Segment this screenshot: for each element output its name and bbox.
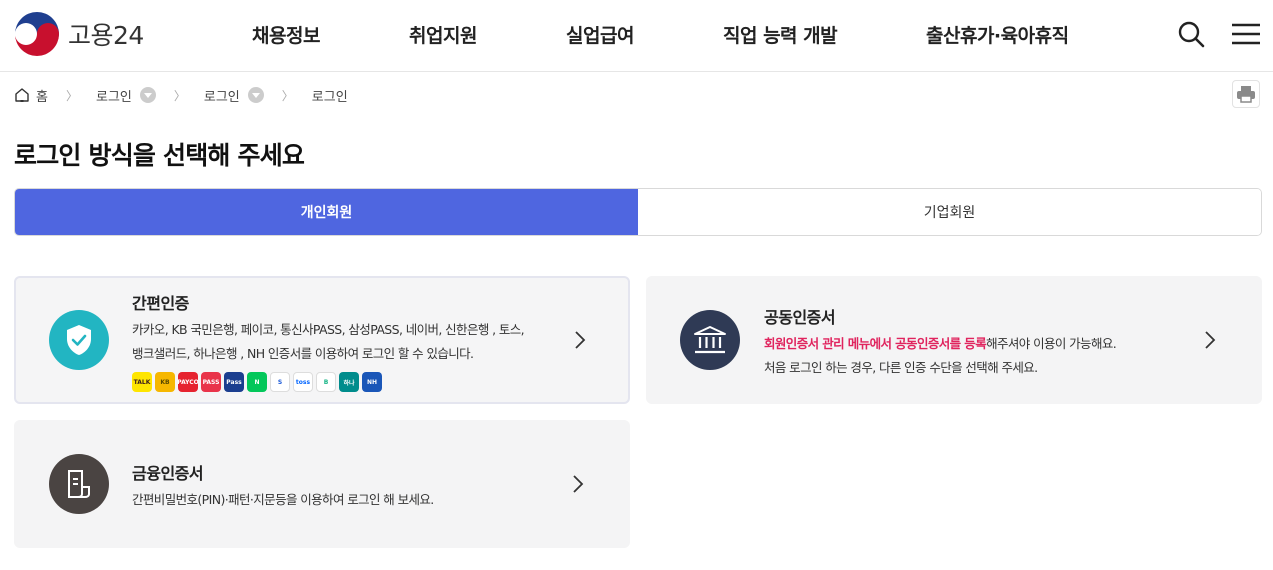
breadcrumb: 홈 〉 로그인 〉 로그인 〉 로그인 (14, 85, 348, 105)
breadcrumb-separator-icon: 〉 (65, 88, 78, 103)
breadcrumb-item-2[interactable]: 로그인 (204, 86, 264, 105)
auth-provider-badge-icon: toss (293, 372, 313, 392)
auth-provider-list: TALK KB PAYCO PASS Pass N Stoss B 하나 NH (132, 372, 382, 392)
breadcrumb-item-1[interactable]: 로그인 (96, 86, 156, 105)
document-card-icon (49, 454, 109, 514)
simple-auth-desc-line2: 뱅크샐러드, 하나은행 , NH 인증서를 이용하여 로그인 할 수 있습니다. (132, 346, 474, 361)
chevron-down-icon[interactable] (247, 87, 264, 103)
financial-certificate-card[interactable]: 금융인증서 간편비밀번호(PIN)·패턴·지문등을 이용하여 로그인 해 보세요… (14, 420, 630, 548)
auth-provider-badge-icon: S (270, 372, 290, 392)
simple-auth-desc-line1: 카카오, KB 국민은행, 페이코, 통신사PASS, 삼성PASS, 네이버,… (132, 322, 525, 337)
auth-provider-badge-icon: PAYCO (178, 372, 198, 392)
financial-certificate-desc: 간편비밀번호(PIN)·패턴·지문등을 이용하여 로그인 해 보세요. (132, 492, 434, 507)
auth-provider-badge-icon: 하나 (339, 372, 359, 392)
auth-provider-badge-icon: PASS (201, 372, 221, 392)
simple-auth-title: 간편인증 (132, 294, 189, 313)
joint-certificate-desc-rest: 해주셔야 이용이 가능해요. (986, 336, 1117, 351)
auth-provider-badge-icon: Pass (224, 372, 244, 392)
nav-item-jobs[interactable]: 채용정보 (252, 21, 320, 48)
tab-individual-member[interactable]: 개인회원 (15, 189, 638, 235)
nav-item-vocational-training[interactable]: 직업 능력 개발 (723, 21, 838, 48)
breadcrumb-home-label: 홈 (36, 89, 48, 105)
auth-provider-badge-icon: NH (362, 372, 382, 392)
joint-certificate-desc-line1: 회원인증서 관리 메뉴에서 공동인증서를 등록해주셔야 이용이 가능해요. (764, 332, 1117, 356)
breadcrumb-item-3: 로그인 (312, 86, 348, 105)
joint-certificate-title: 공동인증서 (764, 308, 836, 327)
print-button[interactable] (1232, 80, 1260, 108)
simple-auth-card[interactable]: 간편인증 카카오, KB 국민은행, 페이코, 통신사PASS, 삼성PASS,… (14, 276, 630, 404)
breadcrumb-item-label: 로그인 (95, 89, 132, 105)
page-title: 로그인 방식을 선택해 주세요 (14, 141, 305, 170)
breadcrumb-home[interactable]: 홈 (14, 86, 48, 105)
auth-provider-badge-icon: B (316, 372, 336, 392)
auth-provider-badge-icon: TALK (132, 372, 152, 392)
nav-item-parental-leave[interactable]: 출산휴가·육아휴직 (926, 21, 1069, 48)
logo[interactable]: 고용24 (14, 11, 144, 57)
member-type-tabs: 개인회원 기업회원 (14, 188, 1262, 236)
taeguk-logo-icon (15, 12, 59, 56)
printer-icon (1237, 86, 1255, 103)
home-icon (15, 88, 29, 102)
header: 고용24 채용정보 취업지원 실업급여 직업 능력 개발 출산휴가·육아휴직 (0, 0, 1273, 72)
chevron-right-icon (573, 475, 584, 493)
auth-provider-badge-icon: KB (155, 372, 175, 392)
tab-corporate-member[interactable]: 기업회원 (638, 189, 1261, 235)
joint-certificate-desc-line2: 처음 로그인 하는 경우, 다른 인증 수단을 선택해 주세요. (764, 360, 1038, 375)
joint-certificate-highlight: 회원인증서 관리 메뉴에서 공동인증서를 등록 (764, 336, 987, 351)
logo-text: 고용24 (68, 21, 144, 50)
search-icon[interactable] (1175, 18, 1207, 50)
nav-item-employment-support[interactable]: 취업지원 (409, 21, 477, 48)
shield-check-icon (49, 310, 109, 370)
chevron-right-icon (1205, 331, 1216, 349)
chevron-down-icon[interactable] (139, 87, 156, 103)
breadcrumb-separator-icon: 〉 (281, 88, 294, 103)
bank-building-icon (680, 310, 740, 370)
joint-certificate-card[interactable]: 공동인증서 회원인증서 관리 메뉴에서 공동인증서를 등록해주셔야 이용이 가능… (646, 276, 1262, 404)
financial-certificate-title: 금융인증서 (132, 464, 204, 483)
chevron-right-icon (575, 331, 586, 349)
breadcrumb-separator-icon: 〉 (173, 88, 186, 103)
breadcrumb-item-label: 로그인 (311, 89, 348, 105)
menu-icon[interactable] (1230, 18, 1262, 50)
breadcrumb-item-label: 로그인 (203, 89, 240, 105)
nav-item-unemployment-benefit[interactable]: 실업급여 (566, 21, 634, 48)
auth-provider-badge-icon: N (247, 372, 267, 392)
